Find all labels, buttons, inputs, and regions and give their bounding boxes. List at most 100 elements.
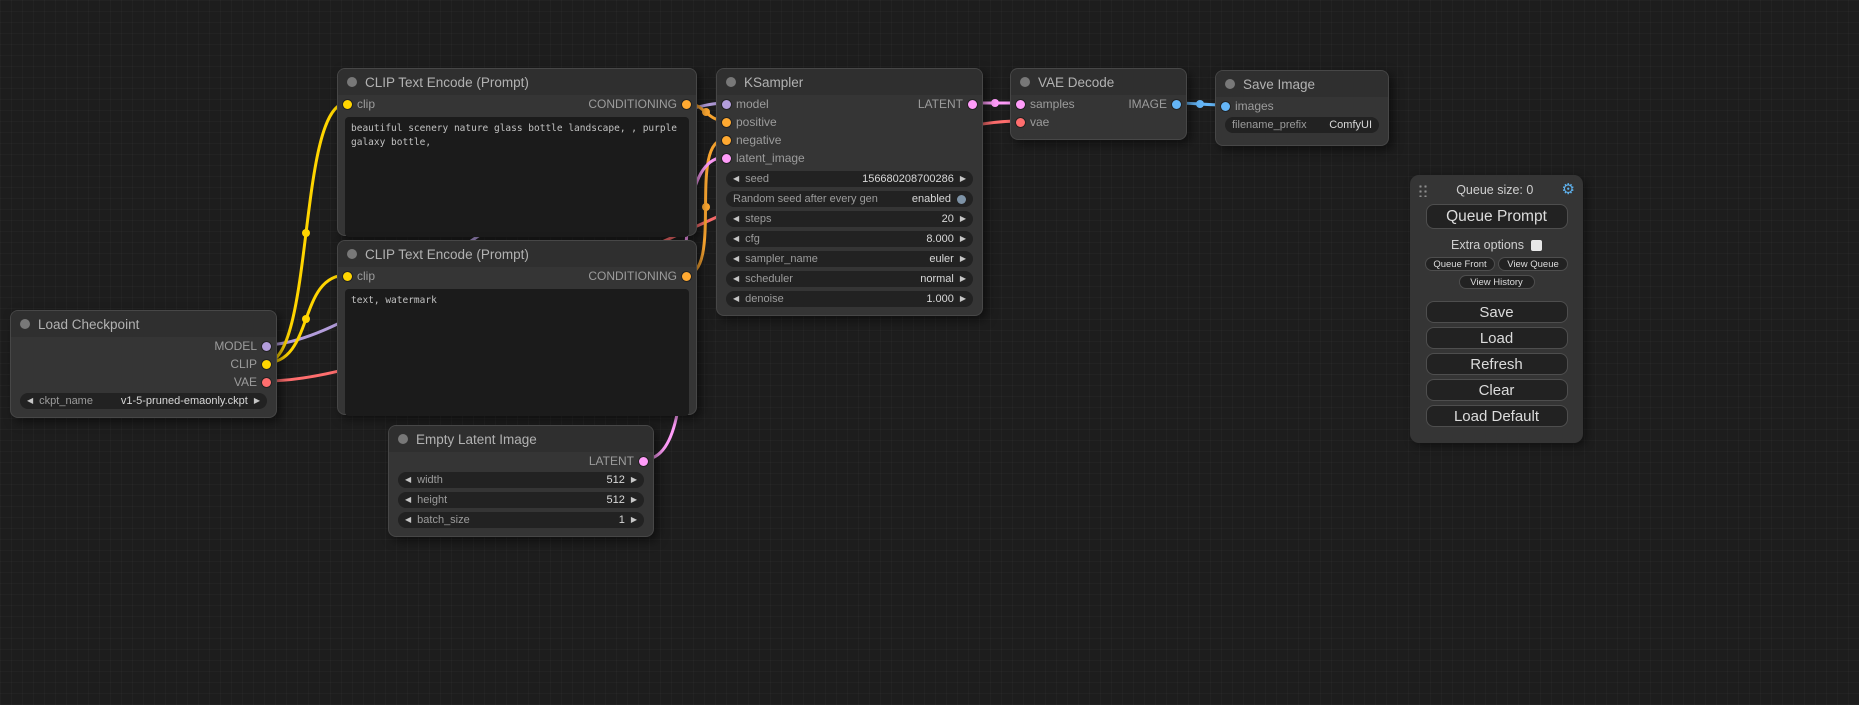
port-model-output[interactable] — [262, 342, 271, 351]
widget-label: Random seed after every gen — [733, 193, 878, 205]
widget-value: ComfyUI — [1329, 119, 1372, 131]
arrow-right-icon[interactable]: ▶ — [960, 235, 966, 243]
arrow-left-icon[interactable]: ◀ — [733, 215, 739, 223]
widget-filename-prefix[interactable]: filename_prefix ComfyUI — [1225, 117, 1379, 133]
node-title-bar[interactable]: Empty Latent Image — [389, 426, 653, 452]
widget-ckpt-name[interactable]: ◀ ckpt_name v1-5-pruned-emaonly.ckpt ▶ — [20, 393, 267, 409]
arrow-left-icon[interactable]: ◀ — [405, 496, 411, 504]
output-label-vae: VAE — [234, 375, 257, 389]
arrow-left-icon[interactable]: ◀ — [27, 397, 33, 405]
arrow-right-icon[interactable]: ▶ — [631, 476, 637, 484]
input-label-latent-image: latent_image — [736, 151, 805, 165]
node-graph-canvas[interactable]: Load Checkpoint MODEL CLIP VAE ◀ ckpt_na… — [0, 0, 1859, 705]
refresh-button[interactable]: Refresh — [1426, 353, 1568, 375]
port-samples-input[interactable] — [1016, 100, 1025, 109]
node-load-checkpoint[interactable]: Load Checkpoint MODEL CLIP VAE ◀ ckpt_na… — [10, 310, 277, 418]
arrow-right-icon[interactable]: ▶ — [960, 275, 966, 283]
arrow-left-icon[interactable]: ◀ — [733, 235, 739, 243]
port-image-output[interactable] — [1172, 100, 1181, 109]
extra-options-checkbox[interactable] — [1531, 240, 1542, 251]
collapse-dot-icon[interactable] — [726, 77, 736, 87]
port-vae-input[interactable] — [1016, 118, 1025, 127]
collapse-dot-icon[interactable] — [1020, 77, 1030, 87]
port-latent-output[interactable] — [639, 457, 648, 466]
node-title-bar[interactable]: VAE Decode — [1011, 69, 1186, 95]
slot-row: LATENT — [389, 452, 653, 470]
widget-label: cfg — [745, 233, 760, 245]
node-vae-decode[interactable]: VAE Decode samples IMAGE vae — [1010, 68, 1187, 140]
arrow-right-icon[interactable]: ▶ — [631, 516, 637, 524]
widget-value: 1 — [619, 514, 625, 526]
node-ksampler[interactable]: KSampler model LATENT positive negative … — [716, 68, 983, 316]
collapse-dot-icon[interactable] — [20, 319, 30, 329]
arrow-right-icon[interactable]: ▶ — [960, 175, 966, 183]
extra-options-row: Extra options — [1451, 238, 1542, 252]
arrow-right-icon[interactable]: ▶ — [254, 397, 260, 405]
drag-handle-icon[interactable] — [1418, 183, 1428, 197]
widget-batch-size[interactable]: ◀ batch_size 1 ▶ — [398, 512, 644, 528]
widget-denoise[interactable]: ◀ denoise 1.000 ▶ — [726, 291, 973, 307]
arrow-left-icon[interactable]: ◀ — [733, 295, 739, 303]
arrow-left-icon[interactable]: ◀ — [405, 516, 411, 524]
port-latent-image-input[interactable] — [722, 154, 731, 163]
widget-height[interactable]: ◀ height 512 ▶ — [398, 492, 644, 508]
queue-prompt-button[interactable]: Queue Prompt — [1426, 204, 1568, 229]
collapse-dot-icon[interactable] — [398, 434, 408, 444]
port-images-input[interactable] — [1221, 102, 1230, 111]
node-clip-text-encode-positive[interactable]: CLIP Text Encode (Prompt) clip CONDITION… — [337, 68, 697, 236]
save-button[interactable]: Save — [1426, 301, 1568, 323]
widget-width[interactable]: ◀ width 512 ▶ — [398, 472, 644, 488]
port-negative-input[interactable] — [722, 136, 731, 145]
node-title-bar[interactable]: KSampler — [717, 69, 982, 95]
arrow-right-icon[interactable]: ▶ — [960, 255, 966, 263]
view-history-button[interactable]: View History — [1459, 275, 1535, 289]
node-title-bar[interactable]: Load Checkpoint — [11, 311, 276, 337]
node-clip-text-encode-negative[interactable]: CLIP Text Encode (Prompt) clip CONDITION… — [337, 240, 697, 415]
node-title: CLIP Text Encode (Prompt) — [365, 75, 529, 90]
arrow-left-icon[interactable]: ◀ — [733, 275, 739, 283]
port-model-input[interactable] — [722, 100, 731, 109]
widget-seed[interactable]: ◀ seed 156680208700286 ▶ — [726, 171, 973, 187]
port-vae-output[interactable] — [262, 378, 271, 387]
widget-cfg[interactable]: ◀ cfg 8.000 ▶ — [726, 231, 973, 247]
port-latent-output[interactable] — [968, 100, 977, 109]
settings-gear-icon[interactable]: ⚙ — [1562, 182, 1575, 197]
positive-prompt-textarea[interactable]: beautiful scenery nature glass bottle la… — [345, 117, 689, 237]
comfy-menu-panel[interactable]: Queue size: 0 ⚙ Queue Prompt Extra optio… — [1410, 175, 1583, 443]
arrow-right-icon[interactable]: ▶ — [960, 215, 966, 223]
arrow-right-icon[interactable]: ▶ — [960, 295, 966, 303]
arrow-right-icon[interactable]: ▶ — [631, 496, 637, 504]
node-title-bar[interactable]: Save Image — [1216, 71, 1388, 97]
collapse-dot-icon[interactable] — [347, 249, 357, 259]
widget-scheduler[interactable]: ◀ scheduler normal ▶ — [726, 271, 973, 287]
arrow-left-icon[interactable]: ◀ — [733, 175, 739, 183]
load-default-button[interactable]: Load Default — [1426, 405, 1568, 427]
queue-front-button[interactable]: Queue Front — [1425, 257, 1495, 271]
view-queue-button[interactable]: View Queue — [1498, 257, 1568, 271]
collapse-dot-icon[interactable] — [347, 77, 357, 87]
negative-prompt-textarea[interactable]: text, watermark — [345, 289, 689, 416]
slot-row: latent_image — [717, 149, 982, 167]
port-positive-input[interactable] — [722, 118, 731, 127]
port-conditioning-output[interactable] — [682, 100, 691, 109]
node-title-bar[interactable]: CLIP Text Encode (Prompt) — [338, 241, 696, 267]
port-clip-input[interactable] — [343, 272, 352, 281]
arrow-left-icon[interactable]: ◀ — [733, 255, 739, 263]
node-save-image[interactable]: Save Image images filename_prefix ComfyU… — [1215, 70, 1389, 146]
arrow-left-icon[interactable]: ◀ — [405, 476, 411, 484]
node-title-bar[interactable]: CLIP Text Encode (Prompt) — [338, 69, 696, 95]
port-conditioning-output[interactable] — [682, 272, 691, 281]
clear-button[interactable]: Clear — [1426, 379, 1568, 401]
port-clip-output[interactable] — [262, 360, 271, 369]
input-label-model: model — [736, 97, 769, 111]
widget-value: 156680208700286 — [862, 173, 954, 185]
widget-steps[interactable]: ◀ steps 20 ▶ — [726, 211, 973, 227]
link-midpoint-dot — [302, 315, 310, 323]
widget-control-after-generate[interactable]: Random seed after every gen enabled — [726, 191, 973, 207]
collapse-dot-icon[interactable] — [1225, 79, 1235, 89]
node-empty-latent-image[interactable]: Empty Latent Image LATENT ◀ width 512 ▶ … — [388, 425, 654, 537]
widget-sampler-name[interactable]: ◀ sampler_name euler ▶ — [726, 251, 973, 267]
port-clip-input[interactable] — [343, 100, 352, 109]
toggle-indicator-icon[interactable] — [957, 195, 966, 204]
load-button[interactable]: Load — [1426, 327, 1568, 349]
